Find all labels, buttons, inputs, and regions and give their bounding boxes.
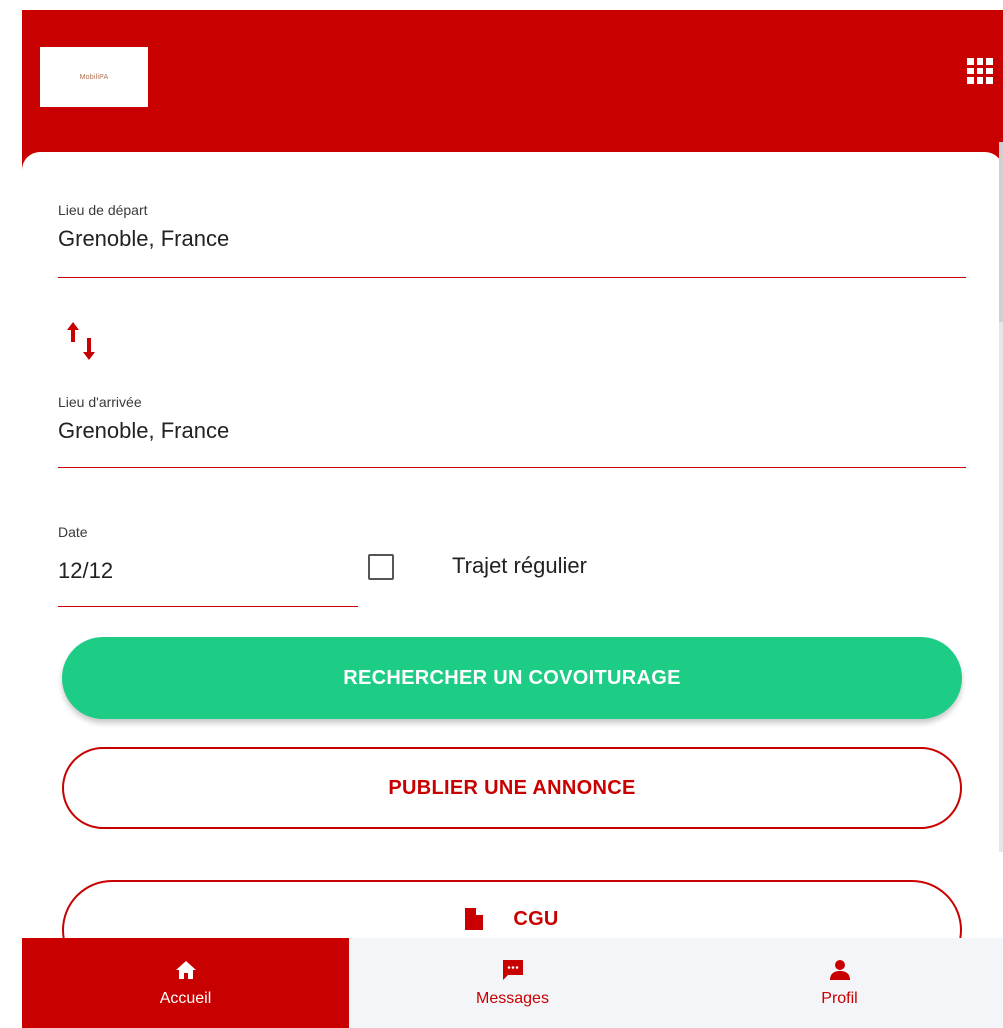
swap-vertical-icon[interactable] — [66, 318, 102, 364]
nav-item-accueil[interactable]: Accueil — [22, 938, 349, 1028]
nav-item-profil[interactable]: Profil — [676, 938, 1003, 1028]
cgu-label: CGU — [513, 908, 559, 930]
logo-text: MobiliPA — [79, 73, 109, 81]
date-underline — [58, 606, 358, 607]
top-strip — [0, 0, 1003, 10]
document-icon — [465, 908, 484, 930]
search-card — [22, 152, 1003, 952]
departure-underline — [58, 277, 966, 278]
home-icon — [175, 961, 196, 979]
nav-label-messages: Messages — [476, 990, 549, 1007]
nav-label-profil: Profil — [821, 990, 858, 1007]
nav-label-accueil: Accueil — [159, 990, 212, 1007]
date-input[interactable]: 12/12 — [58, 558, 113, 584]
arrival-underline — [58, 467, 966, 468]
nav-item-messages[interactable]: Messages — [349, 938, 676, 1028]
grid-apps-icon[interactable] — [967, 58, 993, 84]
person-icon — [829, 960, 850, 980]
bottom-navigation: Accueil Messages Profil — [22, 938, 1003, 1028]
app-logo[interactable]: MobiliPA — [40, 47, 148, 107]
departure-label: Lieu de départ — [58, 202, 148, 218]
search-carpool-button[interactable]: RECHERCHER UN COVOITURAGE — [62, 637, 962, 719]
departure-input[interactable]: Grenoble, France — [58, 226, 229, 252]
publish-ad-label: PUBLIER UNE ANNONCE — [388, 776, 636, 799]
regular-trip-checkbox[interactable] — [368, 554, 394, 580]
message-icon — [502, 960, 523, 980]
scrollbar[interactable] — [999, 142, 1003, 852]
regular-trip-label: Trajet régulier — [452, 553, 587, 578]
date-field[interactable]: Date 12/12 — [58, 524, 113, 584]
app-header: MobiliPA — [22, 10, 1003, 170]
scrollbar-thumb[interactable] — [999, 142, 1003, 322]
arrival-label: Lieu d'arrivée — [58, 394, 142, 410]
arrival-input[interactable]: Grenoble, France — [58, 418, 229, 444]
publish-ad-button[interactable]: PUBLIER UNE ANNONCE — [62, 747, 962, 829]
date-label: Date — [58, 524, 88, 540]
search-carpool-label: RECHERCHER UN COVOITURAGE — [343, 666, 681, 689]
arrival-field[interactable]: Lieu d'arrivée Grenoble, France — [58, 394, 229, 444]
departure-field[interactable]: Lieu de départ Grenoble, France — [58, 202, 229, 252]
